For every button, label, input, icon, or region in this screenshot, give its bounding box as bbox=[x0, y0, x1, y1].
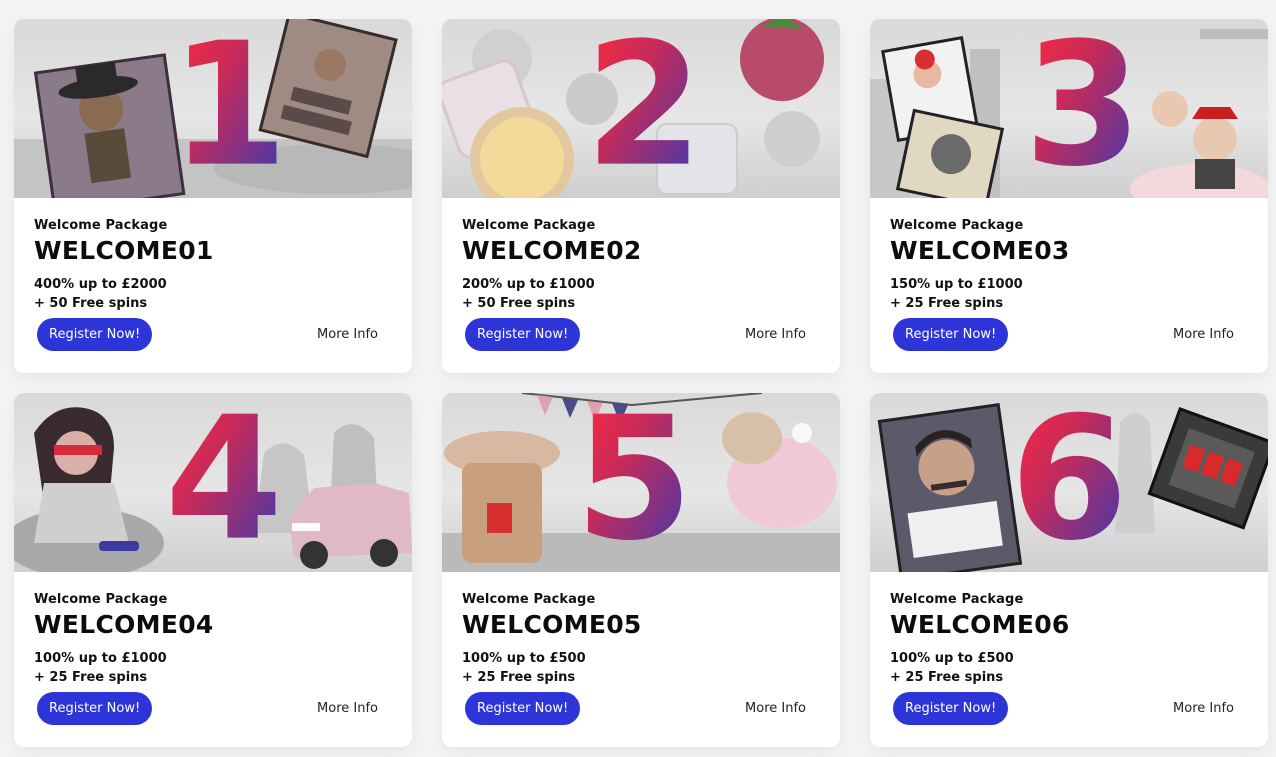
promo-code: WELCOME03 bbox=[890, 236, 1070, 265]
promo-banner-1: 1 bbox=[14, 19, 412, 198]
promo-number: 1 bbox=[169, 19, 288, 198]
more-info-link[interactable]: More Info bbox=[317, 701, 378, 716]
promo-card-3: 3 Welcome Package WELCOME03 150% up to £… bbox=[870, 19, 1268, 373]
offer-spins: + 25 Free spins bbox=[34, 670, 148, 685]
offer-text: 100% up to £500 + 25 Free spins bbox=[462, 649, 820, 687]
register-button[interactable]: Register Now! bbox=[465, 318, 581, 351]
offer-bonus: 400% up to £2000 bbox=[34, 277, 167, 292]
offer-text: 400% up to £2000 + 50 Free spins bbox=[34, 275, 392, 313]
more-info-link[interactable]: More Info bbox=[317, 327, 378, 342]
package-label: Welcome Package bbox=[34, 592, 168, 607]
offer-spins: + 50 Free spins bbox=[462, 296, 576, 311]
offer-bonus: 150% up to £1000 bbox=[890, 277, 1023, 292]
more-info-link[interactable]: More Info bbox=[1173, 327, 1234, 342]
promo-banner-2: 2 bbox=[442, 19, 840, 198]
promo-number: 6 bbox=[1009, 393, 1128, 572]
offer-bonus: 100% up to £500 bbox=[890, 651, 1014, 666]
promo-number: 3 bbox=[1023, 19, 1142, 198]
package-label: Welcome Package bbox=[462, 592, 596, 607]
package-label: Welcome Package bbox=[34, 218, 168, 233]
more-info-link[interactable]: More Info bbox=[745, 327, 806, 342]
promo-banner-6: 6 bbox=[870, 393, 1268, 572]
register-button[interactable]: Register Now! bbox=[893, 318, 1009, 351]
register-button[interactable]: Register Now! bbox=[37, 318, 153, 351]
offer-spins: + 25 Free spins bbox=[462, 670, 576, 685]
register-button[interactable]: Register Now! bbox=[465, 692, 581, 725]
offer-spins: + 50 Free spins bbox=[34, 296, 148, 311]
package-label: Welcome Package bbox=[890, 218, 1024, 233]
promo-card-2: 2 Welcome Package WELCOME02 200% up to £… bbox=[442, 19, 840, 373]
offer-spins: + 25 Free spins bbox=[890, 670, 1004, 685]
promo-banner-3: 3 bbox=[870, 19, 1268, 198]
offer-bonus: 100% up to £1000 bbox=[34, 651, 167, 666]
more-info-link[interactable]: More Info bbox=[1173, 701, 1234, 716]
offer-text: 100% up to £1000 + 25 Free spins bbox=[34, 649, 392, 687]
promo-card-5: 5 Welcome Package WELCOME05 100% up to £… bbox=[442, 393, 840, 747]
promo-number: 2 bbox=[584, 19, 703, 198]
more-info-link[interactable]: More Info bbox=[745, 701, 806, 716]
offer-bonus: 100% up to £500 bbox=[462, 651, 586, 666]
promo-banner-5: 5 bbox=[442, 393, 840, 572]
offer-text: 150% up to £1000 + 25 Free spins bbox=[890, 275, 1248, 313]
promo-number: 5 bbox=[574, 393, 693, 572]
package-label: Welcome Package bbox=[462, 218, 596, 233]
register-button[interactable]: Register Now! bbox=[37, 692, 153, 725]
promo-code: WELCOME05 bbox=[462, 610, 642, 639]
promo-banner-4: 4 bbox=[14, 393, 412, 572]
offer-text: 100% up to £500 + 25 Free spins bbox=[890, 649, 1248, 687]
promo-code: WELCOME02 bbox=[462, 236, 642, 265]
offer-bonus: 200% up to £1000 bbox=[462, 277, 595, 292]
promo-code: WELCOME01 bbox=[34, 236, 214, 265]
promo-code: WELCOME06 bbox=[890, 610, 1070, 639]
promo-grid: 1 Welcome Package WELCOME01 400% up to £… bbox=[14, 19, 1268, 747]
promo-card-4: 4 Welcome Package WELCOME04 100% up to £… bbox=[14, 393, 412, 747]
promo-code: WELCOME04 bbox=[34, 610, 214, 639]
package-label: Welcome Package bbox=[890, 592, 1024, 607]
promo-card-6: 6 Welcome Package WELCOME06 100% up to £… bbox=[870, 393, 1268, 747]
register-button[interactable]: Register Now! bbox=[893, 692, 1009, 725]
promo-card-1: 1 Welcome Package WELCOME01 400% up to £… bbox=[14, 19, 412, 373]
offer-spins: + 25 Free spins bbox=[890, 296, 1004, 311]
promo-number: 4 bbox=[164, 393, 283, 572]
offer-text: 200% up to £1000 + 50 Free spins bbox=[462, 275, 820, 313]
